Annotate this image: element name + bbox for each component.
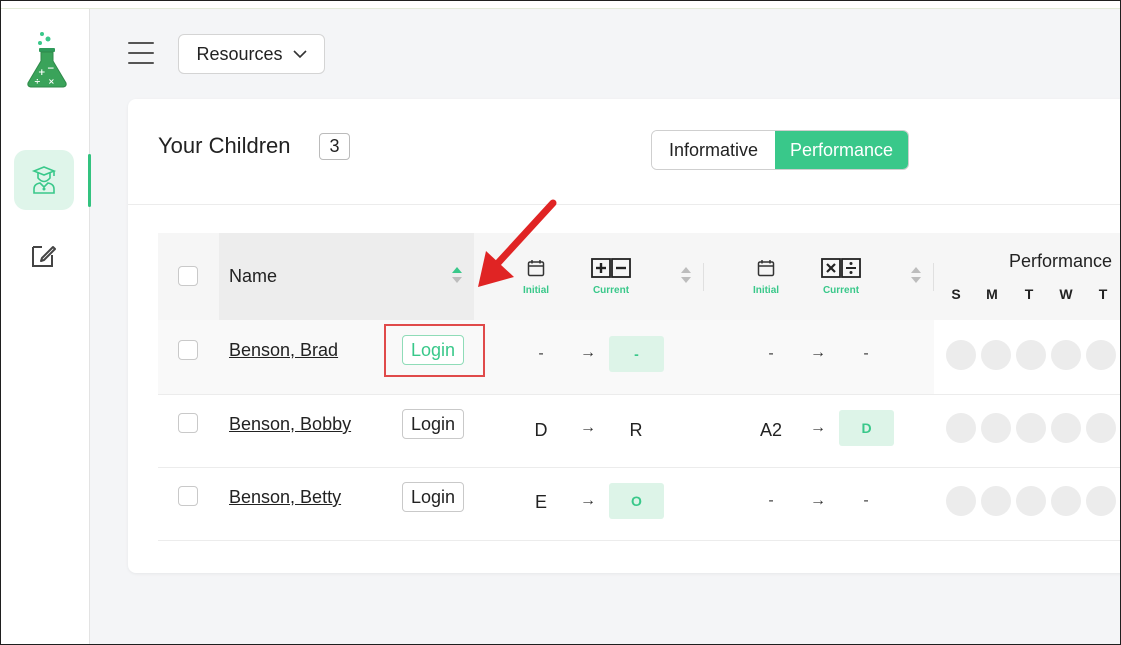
arrow-right-icon: → — [580, 492, 596, 509]
day-label: M — [986, 286, 998, 302]
performance-day-dot — [981, 413, 1011, 443]
g1-current-value: R — [629, 420, 643, 440]
login-button[interactable]: Login — [402, 335, 464, 365]
arrow-right-icon: → — [810, 419, 826, 436]
child-name-link[interactable]: Benson, Brad — [229, 340, 338, 361]
sidebar-item-students[interactable] — [14, 150, 74, 210]
performance-day-dot — [1086, 413, 1116, 443]
add-subtract-icon — [591, 258, 631, 278]
arrow-right-icon: → — [580, 344, 596, 361]
select-all-checkbox[interactable] — [178, 266, 198, 286]
card-divider — [128, 204, 1121, 205]
performance-day-dot — [946, 340, 976, 370]
performance-day-dot — [946, 486, 976, 516]
current-label: Current — [592, 285, 630, 296]
day-label: W — [1059, 286, 1073, 302]
g1-current-value: O — [609, 483, 664, 519]
group2-sort-icon[interactable] — [911, 267, 921, 287]
day-label: T — [1098, 286, 1108, 302]
performance-day-dot — [1051, 340, 1081, 370]
calendar-icon — [757, 260, 775, 277]
arrow-right-icon: → — [580, 419, 596, 436]
student-icon — [31, 166, 57, 194]
svg-text:−: − — [47, 64, 55, 74]
page-title: Your Children — [158, 133, 291, 158]
tab-informative[interactable]: Informative — [652, 131, 775, 169]
svg-text:×: × — [48, 77, 55, 86]
g2-initial-value: A2 — [759, 420, 783, 440]
sidebar-item-edit[interactable] — [14, 225, 74, 285]
flask-logo-icon[interactable]: + − ÷ × — [24, 31, 70, 89]
performance-day-dot — [1016, 413, 1046, 443]
g2-initial-value: - — [768, 492, 774, 509]
performance-day-dot — [1051, 486, 1081, 516]
g1-initial-value: - — [538, 345, 544, 362]
hamburger-menu-icon[interactable] — [128, 42, 154, 64]
tab-performance[interactable]: Performance — [775, 131, 908, 169]
children-card: Your Children 3 Informative Performance … — [128, 99, 1121, 573]
day-label: S — [951, 286, 961, 302]
sidebar-active-indicator — [88, 154, 91, 207]
row-checkbox[interactable] — [178, 486, 198, 506]
table-row: Benson, Bobby Login D → R A2 → D — [158, 394, 1121, 468]
g1-current-value: - — [609, 336, 664, 372]
performance-day-dot — [1086, 486, 1116, 516]
login-button[interactable]: Login — [402, 409, 464, 439]
view-toggle: Informative Performance — [651, 130, 909, 170]
row-checkbox[interactable] — [178, 340, 198, 360]
arrow-right-icon: → — [810, 344, 826, 361]
initial-label: Initial — [522, 285, 550, 296]
row-checkbox[interactable] — [178, 413, 198, 433]
day-label: T — [1024, 286, 1034, 302]
performance-day-dot — [981, 340, 1011, 370]
svg-text:÷: ÷ — [34, 77, 41, 86]
table-header: Name Initial Current Initial Current Per… — [158, 233, 1121, 320]
child-name-link[interactable]: Benson, Betty — [229, 487, 341, 508]
initial-label: Initial — [752, 285, 780, 296]
children-count-badge: 3 — [319, 133, 350, 160]
performance-day-dot — [946, 413, 976, 443]
table-bottom-border — [158, 540, 1121, 541]
multiply-divide-icon — [821, 258, 861, 278]
performance-day-dot — [1051, 413, 1081, 443]
header-separator — [933, 263, 934, 291]
group1-sort-icon[interactable] — [681, 267, 691, 287]
name-sort-icon[interactable] — [452, 267, 462, 287]
g2-current-value: D — [839, 410, 894, 446]
g1-initial-value: E — [534, 492, 547, 512]
performance-day-dot — [1086, 340, 1116, 370]
g2-current-value: - — [863, 492, 869, 509]
current-label: Current — [822, 285, 860, 296]
performance-day-dot — [1016, 340, 1046, 370]
g2-current-value: - — [863, 345, 869, 362]
g1-initial-value: D — [534, 420, 548, 440]
performance-day-dot — [1016, 486, 1046, 516]
top-strip — [0, 0, 1121, 9]
chevron-down-icon — [292, 49, 307, 58]
login-button[interactable]: Login — [402, 482, 464, 512]
header-separator — [703, 263, 704, 291]
calendar-icon — [527, 260, 545, 277]
sidebar: + − ÷ × — [0, 9, 91, 645]
resources-dropdown[interactable]: Resources — [178, 34, 325, 74]
edit-icon — [32, 246, 56, 267]
g2-initial-value: - — [768, 345, 774, 362]
child-name-link[interactable]: Benson, Bobby — [229, 414, 351, 435]
arrow-right-icon: → — [810, 492, 826, 509]
table-row: Benson, Betty Login E → O - → - — [158, 467, 1121, 541]
name-column-header: Name — [229, 266, 278, 286]
performance-day-dot — [981, 486, 1011, 516]
performance-header: Performance — [1009, 251, 1113, 271]
resources-label: Resources — [196, 43, 283, 64]
